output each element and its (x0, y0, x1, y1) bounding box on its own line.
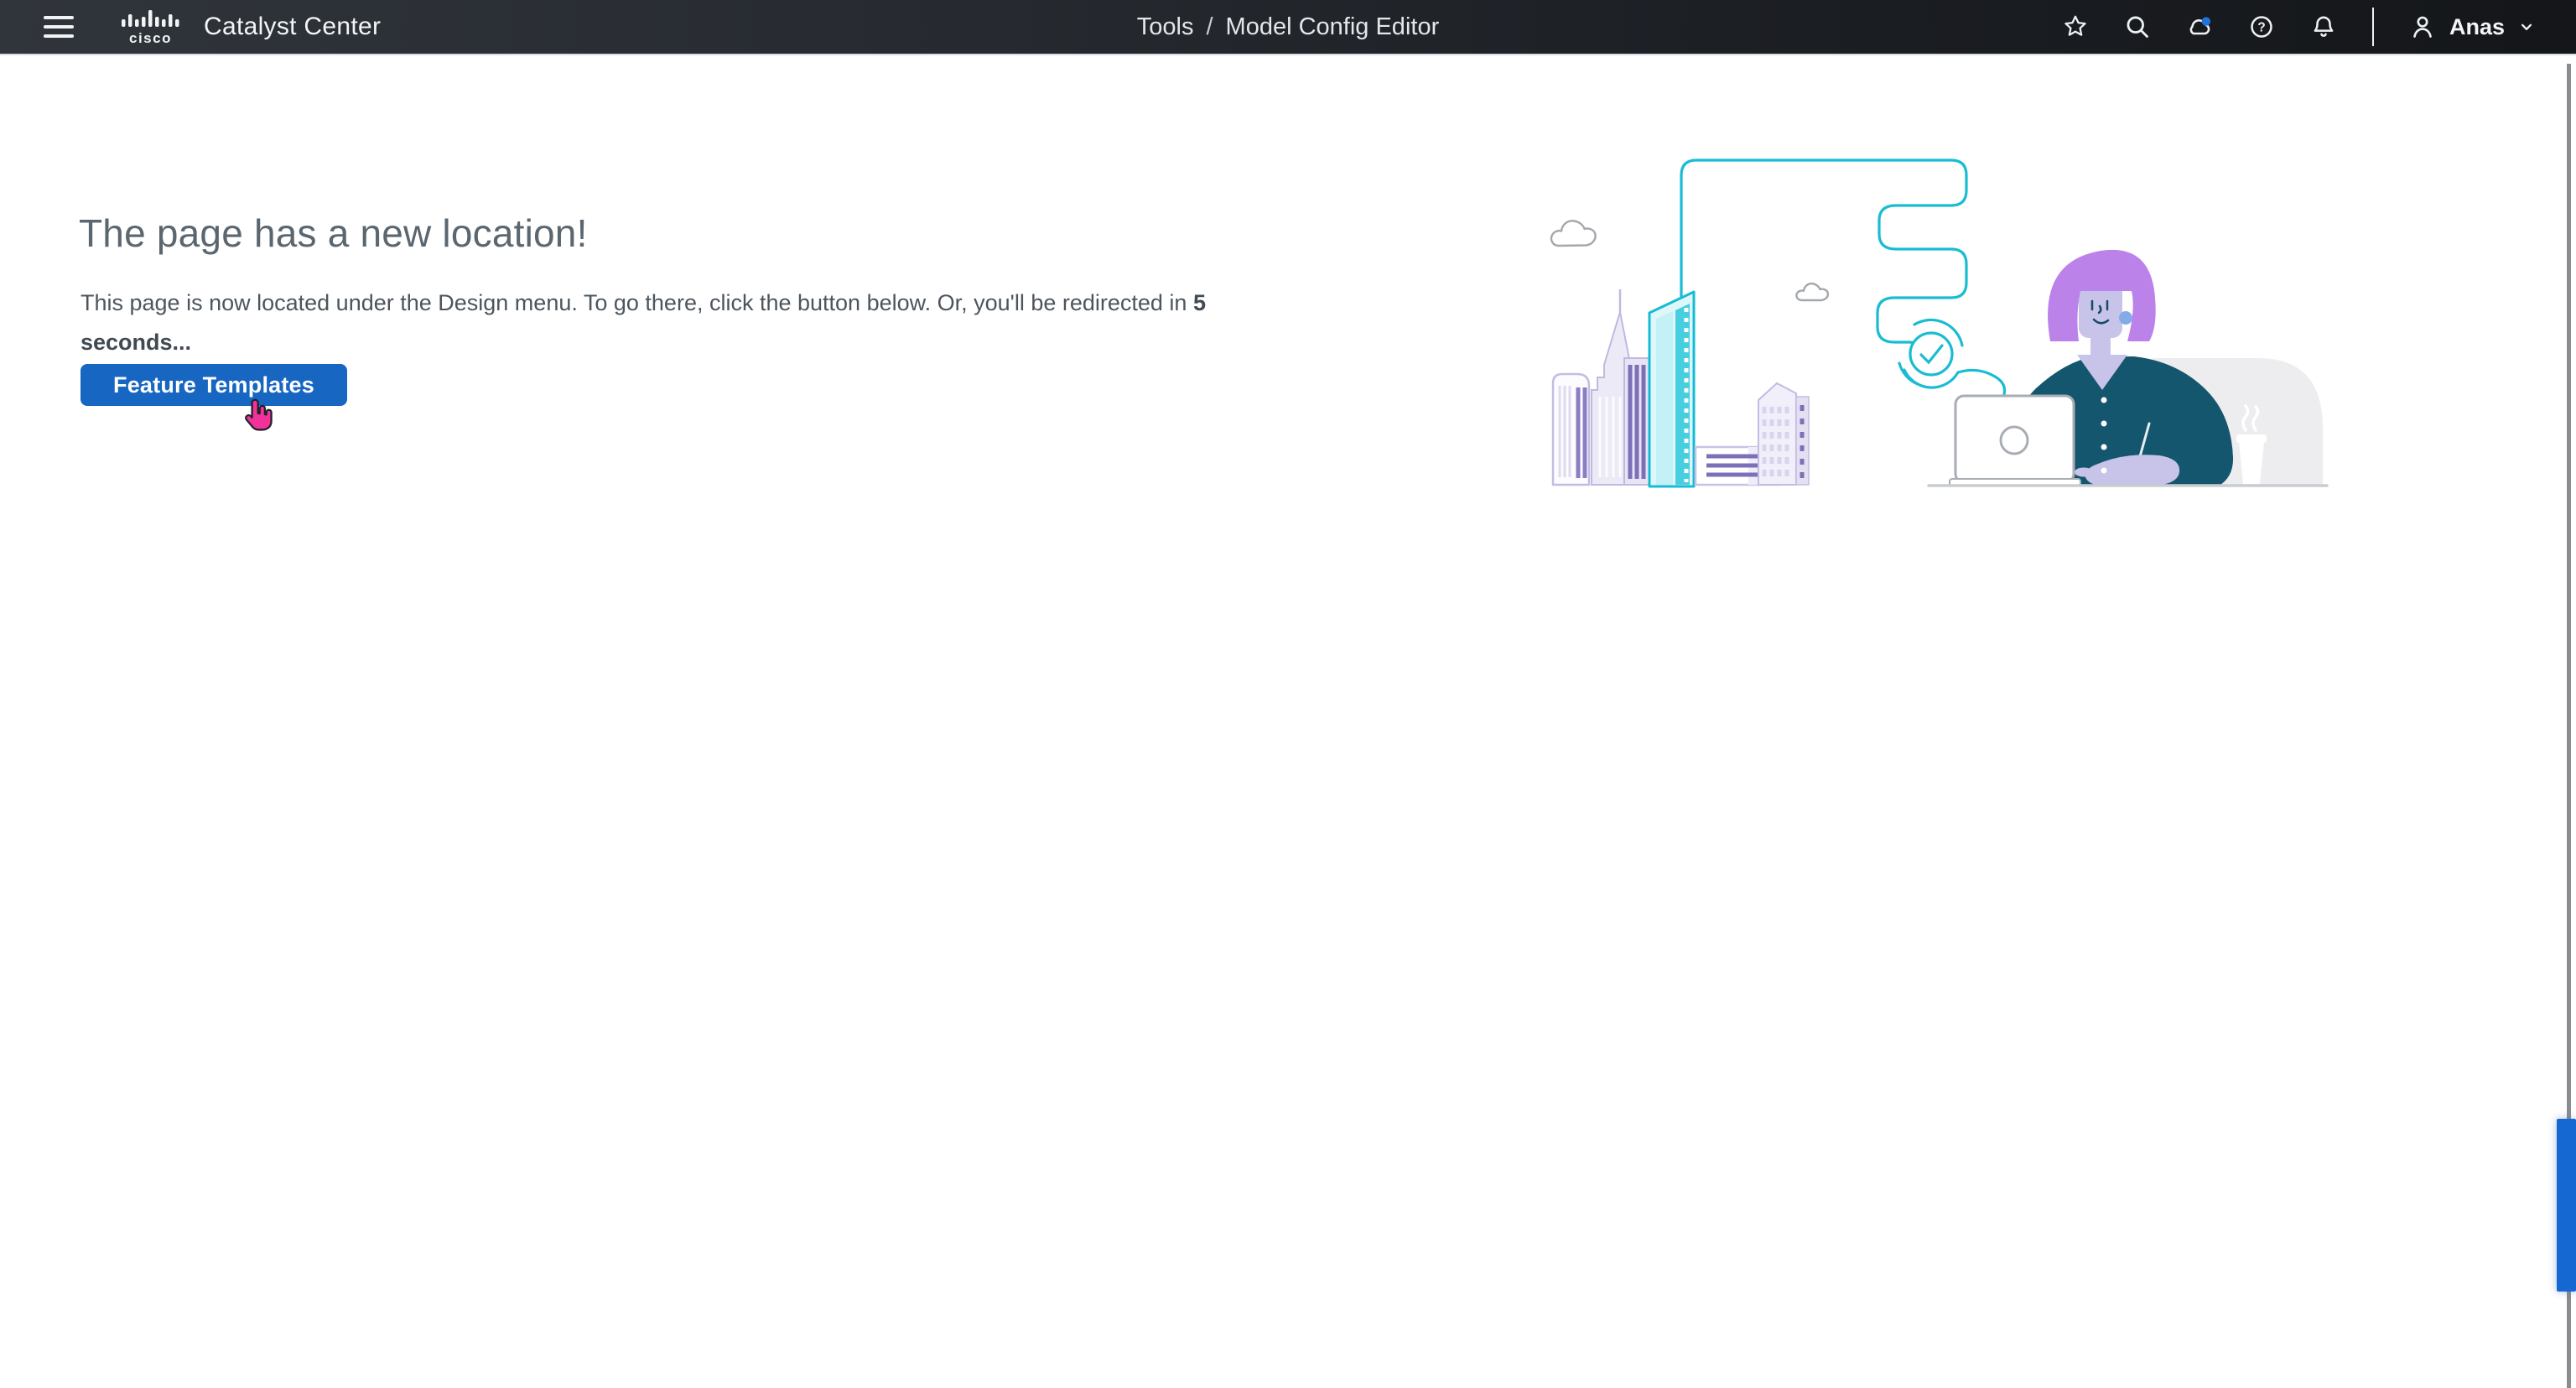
hamburger-menu-button[interactable] (44, 0, 80, 54)
header-divider (2372, 8, 2374, 46)
hamburger-bar (44, 16, 74, 19)
favorites-star-icon[interactable] (2062, 13, 2089, 40)
feature-templates-button[interactable]: Feature Templates (80, 364, 347, 406)
app-header: cisco Catalyst Center Tools / Model Conf… (0, 0, 2576, 55)
user-name: Anas (2449, 14, 2505, 40)
cisco-logo-text: cisco (129, 30, 172, 46)
chevron-down-icon (2516, 13, 2537, 40)
check-circle-graphic (1899, 320, 1962, 384)
hamburger-bar (44, 25, 74, 29)
cloud-unread-badge (2202, 17, 2210, 25)
teal-flow-path (1681, 160, 2005, 394)
page-title: The page has a new location! (79, 211, 588, 256)
breadcrumb-current-page: Model Config Editor (1226, 13, 1440, 41)
city-buildings-graphic (1553, 289, 1809, 486)
cisco-logo: cisco (119, 8, 184, 46)
cloud-graphics (1551, 221, 1828, 300)
notifications-bell-icon[interactable] (2310, 13, 2337, 40)
search-icon[interactable] (2124, 13, 2151, 40)
hamburger-bar (44, 34, 74, 38)
redirect-message: This page is now located under the Desig… (80, 283, 1290, 362)
breadcrumb-item-tools[interactable]: Tools (1137, 13, 1194, 41)
help-icon[interactable]: ? (2248, 13, 2275, 40)
breadcrumb-separator: / (1206, 13, 1213, 41)
breadcrumb: Tools / Model Config Editor (1137, 0, 1439, 54)
redirect-message-text: This page is now located under the Desig… (80, 290, 1193, 315)
product-title: Catalyst Center (204, 0, 381, 54)
header-actions: ? Anas (2062, 0, 2576, 54)
hero-illustration (1547, 138, 2335, 507)
scrollbar-thumb[interactable] (2557, 1119, 2576, 1292)
svg-text:?: ? (2257, 20, 2265, 34)
user-menu[interactable]: Anas (2409, 13, 2537, 40)
user-avatar-icon (2409, 13, 2436, 40)
laptop-graphic (1950, 396, 2080, 486)
catalyst-center-page: cisco Catalyst Center Tools / Model Conf… (0, 0, 2576, 1388)
cloud-status-icon[interactable] (2186, 13, 2213, 40)
